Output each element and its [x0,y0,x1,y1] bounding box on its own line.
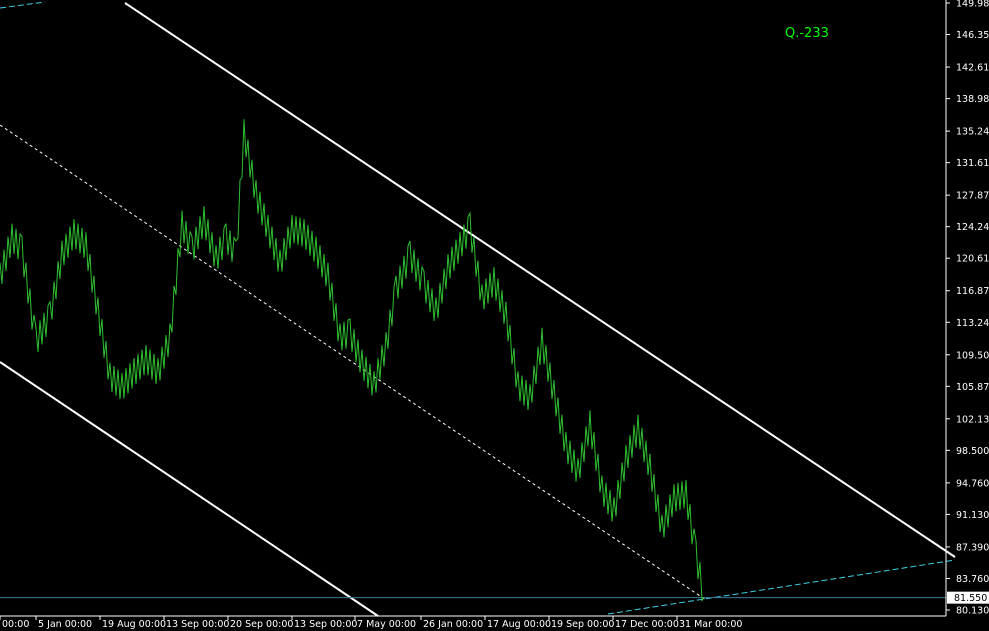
y-tick-label: 120.610 [956,254,989,265]
x-tick-label: 7 May 00:00 [357,619,416,630]
x-tick-label: 17 Dec 00:00 [615,619,679,630]
y-tick-label: 138.980 [956,94,989,105]
lines-layer [0,1,956,617]
y-tick-label: 83.760 [956,574,989,585]
y-tick-label: 131.610 [956,158,989,169]
y-tick-label: 102.130 [956,414,989,425]
y-tick-label: 127.870 [956,191,989,202]
axis-layer: 149.980 146.350 142.610 138.980 135.240 131.6… [0,0,989,630]
y-tick-label: 116.870 [956,286,989,297]
y-tick-label: 113.240 [956,318,989,329]
y-tick-label: 149.980 [956,0,989,10]
trendline-top [0,1,46,9]
x-tick-label: 19 Sep 00:00 [551,619,614,630]
y-tick-label: 98.500 [956,446,989,457]
x-tick-label: 13 Sep 00:00 [294,619,357,630]
y-tick-label: 91.130 [956,510,989,521]
y-tick-label: 124.240 [956,222,989,233]
y-tick-label: 80.130 [956,606,989,617]
y-tick-label: 135.240 [956,127,989,138]
x-tick-label: 5 Jan 00:00 [38,619,92,630]
x-tick-label: 31 Mar 00:00 [679,619,742,630]
channel-midline [0,124,707,601]
x-tick-label: 00:00 [2,619,29,630]
y-tick-label: 87.390 [956,542,989,553]
trendline-bottom [607,559,956,615]
y-tick-label: 94.760 [956,478,989,489]
x-tick-label: 20 Sep 00:00 [230,619,293,630]
x-tick-label: 13 Sep 00:00 [166,619,229,630]
x-tick-label: 17 Aug 00:00 [487,619,551,630]
y-tick-label: 146.350 [956,30,989,41]
x-tick-label: 19 Aug 00:00 [102,619,166,630]
price-series-line [0,119,705,603]
y-tick-label: 109.500 [956,350,989,361]
y-tick-label: 105.870 [956,382,989,393]
annotation-label: Q.-233 [785,26,829,41]
y-tick-label: 142.610 [956,63,989,74]
channel-lower-line [0,361,379,617]
chart-canvas: 149.980 146.350 142.610 138.980 135.240 131.6… [0,0,989,630]
channel-upper-line [124,2,956,558]
current-price-label: 81.550 [954,593,987,604]
chart-window: 149.980 146.350 142.610 138.980 135.240 131.6… [0,0,989,631]
x-tick-label: 26 Jan 00:00 [423,619,483,630]
